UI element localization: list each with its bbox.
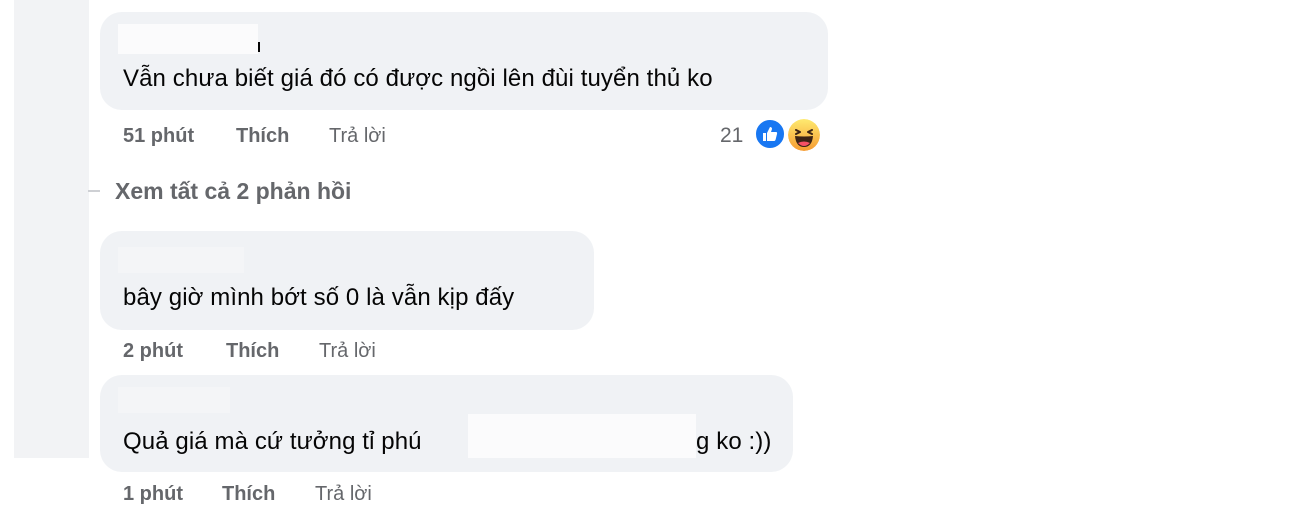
- like-icon[interactable]: [754, 118, 786, 150]
- haha-icon[interactable]: [786, 117, 822, 153]
- comment-text-start: Quả giá mà cứ tưởng tỉ phú: [123, 428, 422, 455]
- comment-bubble-3: Quả giá mà cứ tưởng tỉ phú g ko :)): [100, 375, 793, 472]
- comment-bubble-1: Vẫn chưa biết giá đó có được ngồi lên đù…: [100, 12, 828, 110]
- view-all-replies-link[interactable]: Xem tất cả 2 phản hồi: [115, 177, 351, 205]
- reply-button[interactable]: Trả lời: [319, 339, 376, 363]
- redacted-author-name: [118, 24, 258, 54]
- redacted-author-name: [118, 247, 244, 273]
- like-button[interactable]: Thích: [236, 124, 289, 148]
- comment-text-end: g ko :)): [696, 428, 772, 455]
- redacted-author-name: [118, 387, 230, 413]
- reply-connector: [88, 190, 100, 192]
- comment-bubble-2: bây giờ mình bớt số 0 là vẫn kịp đấy: [100, 231, 594, 330]
- comment-time[interactable]: 1 phút: [123, 482, 183, 506]
- like-button[interactable]: Thích: [226, 339, 279, 363]
- like-button[interactable]: Thích: [222, 482, 275, 506]
- reply-button[interactable]: Trả lời: [329, 124, 386, 148]
- comment-text: Vẫn chưa biết giá đó có được ngồi lên đù…: [123, 65, 713, 92]
- comment-time[interactable]: 2 phút: [123, 339, 183, 363]
- comment-time[interactable]: 51 phút: [123, 124, 194, 148]
- thread-rail: [14, 0, 89, 458]
- redaction-mark: [258, 42, 260, 52]
- comment-text: bây giờ mình bớt số 0 là vẫn kịp đấy: [123, 284, 515, 311]
- reply-button[interactable]: Trả lời: [315, 482, 372, 506]
- redacted-text: [468, 414, 696, 458]
- reaction-count[interactable]: 21: [720, 124, 743, 148]
